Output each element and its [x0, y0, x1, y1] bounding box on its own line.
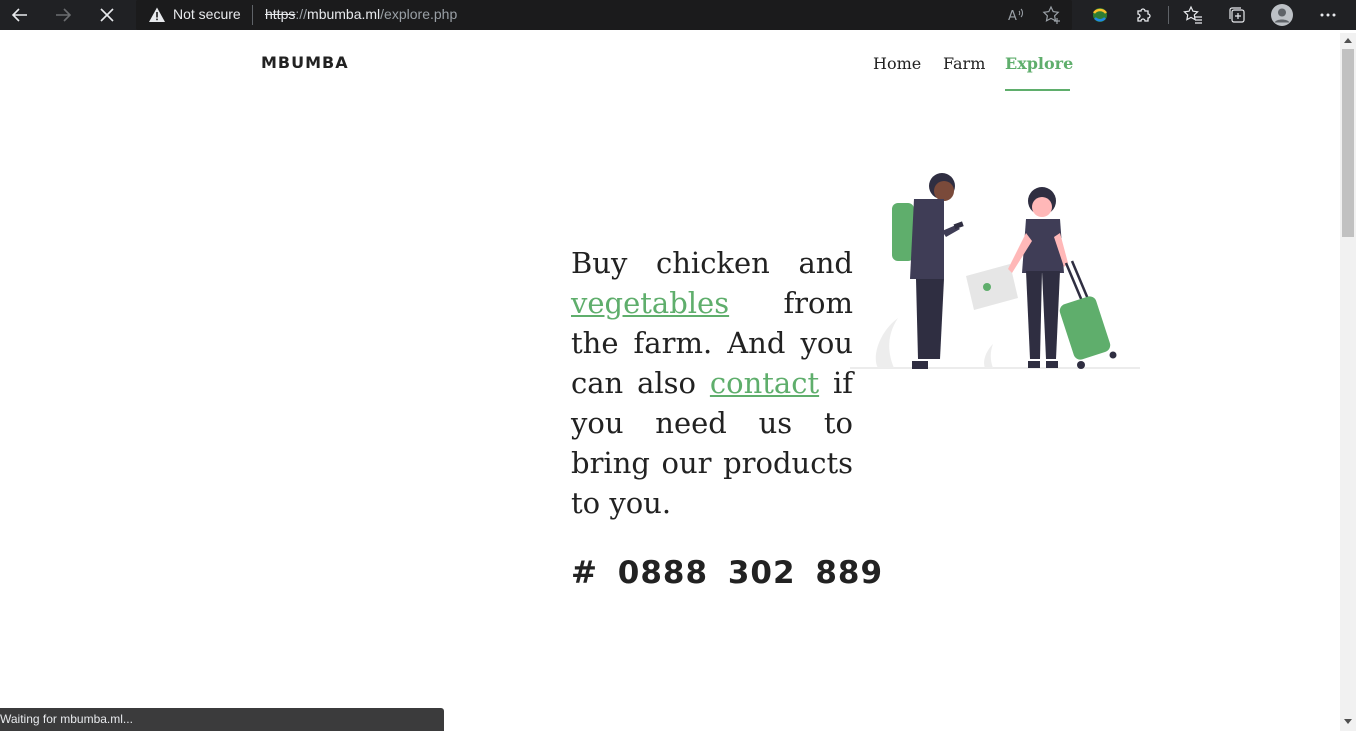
scroll-down-arrow-icon[interactable]	[1344, 717, 1352, 725]
url-text[interactable]: https://mbumba.ml/explore.php	[265, 6, 457, 22]
url-separator: ://	[295, 6, 308, 22]
colorful-extension-button[interactable]	[1089, 4, 1111, 26]
warning-icon[interactable]	[148, 6, 166, 24]
page-viewport: MBUMBA Home Farm Explore Buy chicken and…	[0, 33, 1340, 731]
read-aloud-icon[interactable]: A	[1006, 5, 1026, 25]
profile-avatar-icon	[1271, 4, 1293, 26]
scrollbar-thumb[interactable]	[1342, 49, 1354, 237]
forward-arrow-icon	[56, 8, 72, 22]
back-button[interactable]	[0, 0, 40, 30]
nav-link-explore[interactable]: Explore	[1005, 54, 1073, 73]
address-divider	[252, 5, 253, 25]
nav-link-home[interactable]: Home	[873, 54, 921, 73]
url-host: mbumba.ml	[307, 6, 381, 22]
more-menu-button[interactable]	[1317, 4, 1339, 26]
url-scheme: https	[265, 6, 296, 22]
contact-link[interactable]: contact	[710, 366, 819, 400]
site-logo[interactable]: MBUMBA	[261, 53, 349, 72]
stop-loading-icon	[100, 8, 114, 22]
hero-text-part-1: Buy chicken and	[571, 246, 853, 280]
page-scrollbar[interactable]	[1340, 33, 1356, 731]
more-menu-icon	[1320, 13, 1336, 17]
favorites-icon	[1183, 5, 1202, 24]
collections-button[interactable]	[1226, 4, 1248, 26]
nav-link-farm[interactable]: Farm	[943, 54, 985, 73]
phone-number: # 0888 302 889	[571, 555, 884, 591]
browser-toolbar: Not secure https://mbumba.ml/explore.php…	[0, 0, 1356, 30]
svg-text:A: A	[1008, 9, 1017, 24]
toolbar-separator	[1168, 6, 1169, 24]
url-path: /explore.php	[380, 6, 458, 22]
travelers-illustration	[850, 173, 1140, 369]
profile-button[interactable]	[1271, 4, 1293, 26]
collections-icon	[1229, 7, 1245, 23]
address-bar[interactable]: Not secure https://mbumba.ml/explore.php…	[136, 0, 1072, 30]
vegetables-link[interactable]: vegetables	[571, 286, 729, 320]
extensions-puzzle-icon	[1137, 8, 1151, 22]
extension-colorful-icon	[1093, 8, 1107, 22]
scroll-up-arrow-icon[interactable]	[1344, 37, 1352, 45]
security-indicator[interactable]: Not secure	[173, 6, 241, 22]
loading-status-bubble: Waiting for mbumba.ml...	[0, 708, 444, 731]
stop-loading-button[interactable]	[87, 0, 127, 30]
back-arrow-icon	[11, 8, 27, 22]
add-favorite-icon[interactable]	[1042, 5, 1062, 25]
hero-paragraph: Buy chicken and vegetables from the farm…	[571, 243, 853, 523]
active-nav-indicator	[1005, 89, 1070, 91]
extensions-button[interactable]	[1133, 4, 1155, 26]
forward-button[interactable]	[43, 0, 83, 30]
favorites-button[interactable]	[1182, 4, 1204, 26]
